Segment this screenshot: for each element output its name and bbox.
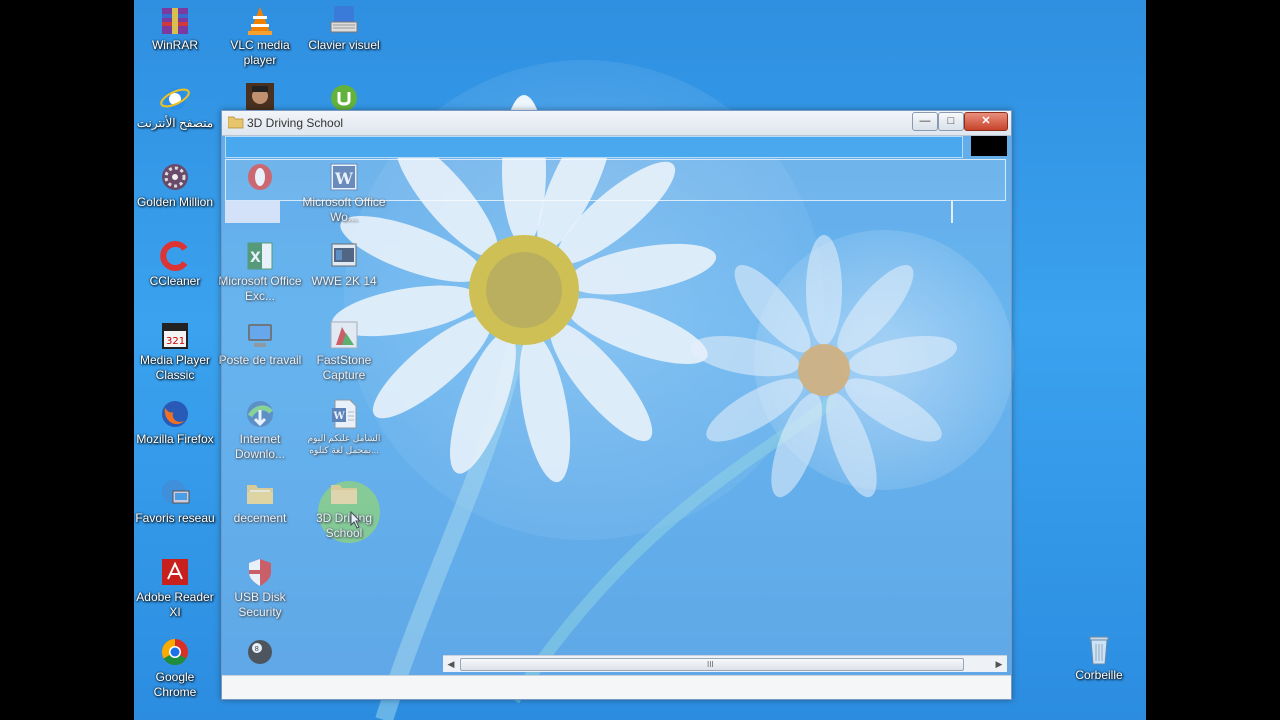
toolbar-black-area [971,136,1007,156]
horizontal-scrollbar[interactable]: ◀ III ▶ [443,655,1007,672]
internet-explorer-icon [159,82,191,114]
desktop-icon-favoris-reseau[interactable]: Favoris reseau [133,477,217,526]
desktop-icon-recycle-bin[interactable]: Corbeille [1057,634,1141,683]
desktop-icon-vlc[interactable]: VLC media player [218,4,302,68]
icon-label: Corbeille [1075,668,1123,682]
desktop-icon-internet-explorer[interactable]: متصفح الأنترنت [133,82,217,131]
chrome-icon [159,636,191,668]
media-player-classic-icon: 321 [159,319,191,351]
window-titlebar[interactable]: 3D Driving School — □ ✕ [222,111,1011,136]
icon-label: Favoris reseau [135,511,215,525]
explorer-window[interactable]: 3D Driving School — □ ✕ ◀ III ▶ [221,110,1012,700]
scroll-grip-icon: III [707,660,714,669]
adobe-reader-icon [159,556,191,588]
minimize-button[interactable]: — [912,112,938,131]
desktop-icon-winrar[interactable]: WinRAR [133,4,217,53]
icon-label: Adobe Reader XI [136,590,214,619]
keyboard-icon [328,4,360,36]
icon-label: CCleaner [149,274,201,288]
golden-million-icon [159,161,191,193]
desktop-icon-adobe-reader[interactable]: Adobe Reader XI [133,556,217,620]
folder-icon [227,116,244,129]
window-title: 3D Driving School [247,116,344,130]
selected-row-outline [225,159,1006,201]
recycle-bin-icon [1083,634,1115,666]
selection-box [225,201,280,223]
scroll-left-button[interactable]: ◀ [443,656,459,672]
icon-label: WinRAR [151,38,198,52]
icon-label: Golden Million [136,195,214,209]
desktop-icon-google-chrome[interactable]: Google Chrome [133,636,217,700]
icon-label: Mozilla Firefox [136,432,214,446]
status-bar [222,675,1011,699]
vlc-icon [244,4,276,36]
desktop-icon-media-player-classic[interactable]: 321 Media Player Classic [133,319,217,383]
scroll-thumb[interactable]: III [460,658,964,671]
close-button[interactable]: ✕ [964,112,1008,131]
svg-text:321: 321 [166,336,185,347]
icon-label: VLC media player [230,38,290,67]
icon-label: Google Chrome [153,670,197,699]
icon-label: Clavier visuel [308,38,380,52]
icon-label: Media Player Classic [139,353,211,382]
scroll-right-button[interactable]: ▶ [991,656,1007,672]
icon-label: متصفح الأنترنت [136,116,214,130]
address-bar[interactable] [225,136,963,158]
firefox-icon [159,398,191,430]
desktop-icon-clavier-visuel[interactable]: Clavier visuel [302,4,386,53]
maximize-button[interactable]: □ [938,112,964,131]
column-divider [951,201,953,223]
desktop-icon-firefox[interactable]: Mozilla Firefox [133,398,217,447]
winrar-icon [159,4,191,36]
ccleaner-icon [159,240,191,272]
desktop-icon-golden-million[interactable]: Golden Million [133,161,217,210]
desktop-icon-ccleaner[interactable]: CCleaner [133,240,217,289]
network-icon [159,477,191,509]
